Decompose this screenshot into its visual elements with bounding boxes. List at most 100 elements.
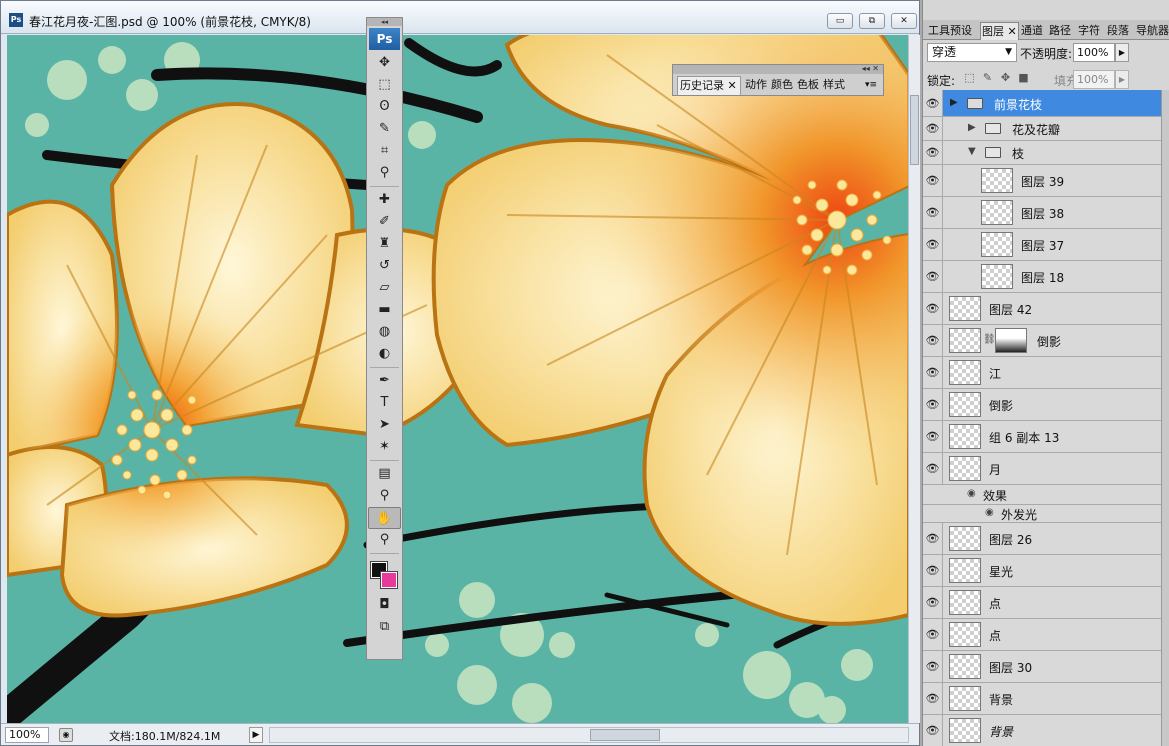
- tab-styles[interactable]: 样式: [821, 76, 847, 95]
- status-menu-arrow-icon[interactable]: ▶: [249, 727, 263, 743]
- lock-transparency-icon[interactable]: ⬚: [963, 72, 976, 85]
- layer-row[interactable]: 👁 背景: [923, 683, 1161, 715]
- lock-pixels-icon[interactable]: ✎: [981, 72, 994, 85]
- pen-icon[interactable]: ✒: [368, 370, 401, 392]
- visibility-eye-icon[interactable]: 👁: [923, 619, 943, 650]
- tools-panel-grip[interactable]: ◂◂: [367, 18, 402, 26]
- layer-effect-row[interactable]: ◉ 效果: [923, 485, 1161, 505]
- layer-row[interactable]: 👁 图层 37: [923, 229, 1161, 261]
- effect-item-eye-icon[interactable]: ◉: [985, 507, 994, 518]
- tab-paragraph[interactable]: 段落: [1106, 22, 1130, 40]
- quick-select-icon[interactable]: ✎: [368, 118, 401, 140]
- screen-mode-icon[interactable]: ⧉: [368, 616, 401, 638]
- tab-paths[interactable]: 路径: [1048, 22, 1072, 40]
- visibility-eye-icon[interactable]: 👁: [923, 453, 943, 484]
- marquee-icon[interactable]: ⬚: [368, 74, 401, 96]
- layer-group-row[interactable]: 👁 ▶ 花及花瓣: [923, 117, 1161, 141]
- expand-triangle-down-icon[interactable]: ▼: [968, 146, 976, 157]
- canvas-area[interactable]: [7, 35, 909, 723]
- custom-shape-icon[interactable]: ✶: [368, 436, 401, 458]
- fill-field[interactable]: 100%: [1073, 70, 1115, 89]
- eraser-icon[interactable]: ▱: [368, 277, 401, 299]
- status-info-icon[interactable]: ◉: [59, 728, 73, 742]
- visibility-eye-icon[interactable]: 👁: [923, 90, 943, 116]
- visibility-eye-icon[interactable]: 👁: [923, 683, 943, 714]
- tab-color[interactable]: 颜色: [769, 76, 795, 95]
- close-button[interactable]: ✕: [891, 13, 917, 29]
- tab-actions[interactable]: 动作: [743, 76, 769, 95]
- minimize-button[interactable]: ▭: [827, 13, 853, 29]
- layer-row[interactable]: 👁 图层 30: [923, 651, 1161, 683]
- layer-row[interactable]: 👁 星光: [923, 555, 1161, 587]
- layer-row[interactable]: 👁 江: [923, 357, 1161, 389]
- crop-icon[interactable]: ⌗: [368, 140, 401, 162]
- background-color-swatch[interactable]: [380, 571, 398, 589]
- effects-eye-icon[interactable]: ◉: [967, 488, 976, 499]
- visibility-eye-icon[interactable]: 👁: [923, 229, 943, 260]
- layer-row[interactable]: 👁 图层 38: [923, 197, 1161, 229]
- tab-tool-presets[interactable]: 工具预设: [927, 22, 973, 40]
- expand-triangle-right-icon[interactable]: ▶: [968, 122, 976, 133]
- tab-history[interactable]: 历史记录 ✕: [677, 76, 741, 95]
- visibility-eye-icon[interactable]: 👁: [923, 389, 943, 420]
- blend-mode-select[interactable]: 穿透 ▼: [927, 43, 1017, 62]
- visibility-eye-icon[interactable]: 👁: [923, 325, 943, 356]
- tab-layers[interactable]: 图层 ✕: [980, 22, 1019, 40]
- tab-navigator[interactable]: 导航器: [1135, 22, 1169, 40]
- horizontal-scroll-thumb[interactable]: [590, 729, 660, 741]
- visibility-eye-icon[interactable]: 👁: [923, 523, 943, 554]
- lasso-icon[interactable]: ʘ: [368, 96, 401, 118]
- history-brush-icon[interactable]: ↺: [368, 255, 401, 277]
- path-select-icon[interactable]: ➤: [368, 414, 401, 436]
- color-sampler-icon[interactable]: ⚲: [368, 485, 401, 507]
- visibility-eye-icon[interactable]: 👁: [923, 141, 943, 164]
- blur-icon[interactable]: ◍: [368, 321, 401, 343]
- vertical-scroll-thumb[interactable]: [910, 95, 919, 165]
- visibility-eye-icon[interactable]: 👁: [923, 587, 943, 618]
- layer-group-row[interactable]: 👁 ▶ 前景花枝: [923, 90, 1161, 117]
- layer-group-row[interactable]: 👁 ▼ 枝: [923, 141, 1161, 165]
- quick-mask-icon[interactable]: ◘: [368, 594, 401, 616]
- gradient-icon[interactable]: ▬: [368, 299, 401, 321]
- eyedropper-icon[interactable]: ⚲: [368, 162, 401, 184]
- layer-mask-thumbnail[interactable]: [995, 328, 1027, 353]
- opacity-field[interactable]: 100%: [1073, 43, 1115, 62]
- layer-row[interactable]: 👁 点: [923, 619, 1161, 651]
- vertical-scrollbar[interactable]: [908, 35, 920, 723]
- panel-menu-icon[interactable]: ▾≡: [863, 76, 879, 95]
- visibility-eye-icon[interactable]: 👁: [923, 197, 943, 228]
- layer-row[interactable]: 👁 点: [923, 587, 1161, 619]
- history-panel-grip[interactable]: ◂◂ ✕: [673, 65, 883, 74]
- healing-brush-icon[interactable]: ✚: [368, 189, 401, 211]
- visibility-eye-icon[interactable]: 👁: [923, 293, 943, 324]
- visibility-eye-icon[interactable]: 👁: [923, 421, 943, 452]
- visibility-eye-icon[interactable]: 👁: [923, 555, 943, 586]
- zoom-icon[interactable]: ⚲: [368, 529, 401, 551]
- visibility-eye-icon[interactable]: 👁: [923, 261, 943, 292]
- restore-button[interactable]: ⧉: [859, 13, 885, 29]
- tab-swatches[interactable]: 色板: [795, 76, 821, 95]
- layer-row[interactable]: 👁 背景: [923, 715, 1161, 746]
- opacity-slider-arrow-icon[interactable]: ▶: [1115, 43, 1129, 62]
- fill-slider-arrow-icon[interactable]: ▶: [1115, 70, 1129, 89]
- clone-stamp-icon[interactable]: ♜: [368, 233, 401, 255]
- layer-row[interactable]: 👁 ⛓ 倒影: [923, 325, 1161, 357]
- move-icon[interactable]: ✥: [368, 52, 401, 74]
- type-icon[interactable]: T: [368, 392, 401, 414]
- layer-row[interactable]: 👁 图层 18: [923, 261, 1161, 293]
- brush-icon[interactable]: ✐: [368, 211, 401, 233]
- visibility-eye-icon[interactable]: 👁: [923, 715, 943, 746]
- layer-row[interactable]: 👁 图层 42: [923, 293, 1161, 325]
- tab-channels[interactable]: 通道: [1020, 22, 1044, 40]
- visibility-eye-icon[interactable]: 👁: [923, 357, 943, 388]
- zoom-level-field[interactable]: 100%: [5, 727, 49, 743]
- visibility-eye-icon[interactable]: 👁: [923, 117, 943, 140]
- layer-row[interactable]: 👁 月: [923, 453, 1161, 485]
- lock-all-icon[interactable]: ■: [1017, 72, 1030, 85]
- horizontal-scrollbar[interactable]: [269, 727, 909, 743]
- lock-position-icon[interactable]: ✥: [999, 72, 1012, 85]
- layers-scrollbar[interactable]: [1161, 90, 1169, 746]
- layer-effect-row[interactable]: ◉ 外发光: [923, 505, 1161, 523]
- tab-character[interactable]: 字符: [1077, 22, 1101, 40]
- mask-link-icon[interactable]: ⛓: [983, 334, 996, 345]
